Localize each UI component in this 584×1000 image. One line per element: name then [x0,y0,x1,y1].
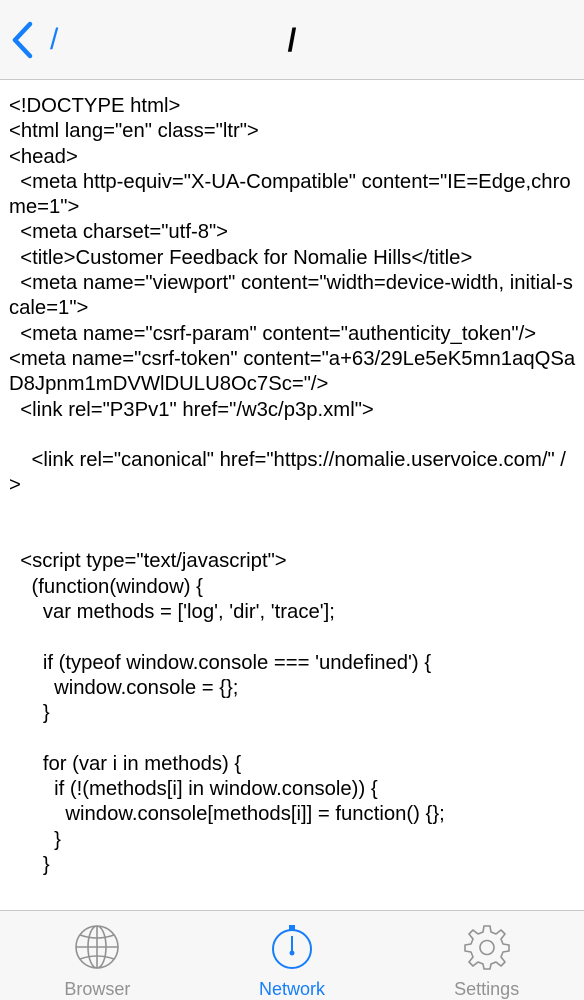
navigation-bar: / / [0,0,584,80]
page-title: / [287,22,297,58]
tab-network[interactable]: Network [195,911,390,1000]
gear-icon [463,925,510,970]
tab-settings[interactable]: Settings [389,911,584,1000]
html-source-text: <!DOCTYPE html> <html lang="en" class="l… [9,95,576,876]
tab-bar: Browser Network Settings [0,910,584,1000]
source-view[interactable]: <!DOCTYPE html> <html lang="en" class="l… [0,80,584,910]
globe-icon [75,925,120,969]
tab-network-label: Network [259,979,326,999]
stopwatch-icon [272,925,312,969]
tab-settings-label: Settings [454,979,520,999]
tab-browser[interactable]: Browser [0,911,195,1000]
tab-browser-label: Browser [64,979,131,999]
